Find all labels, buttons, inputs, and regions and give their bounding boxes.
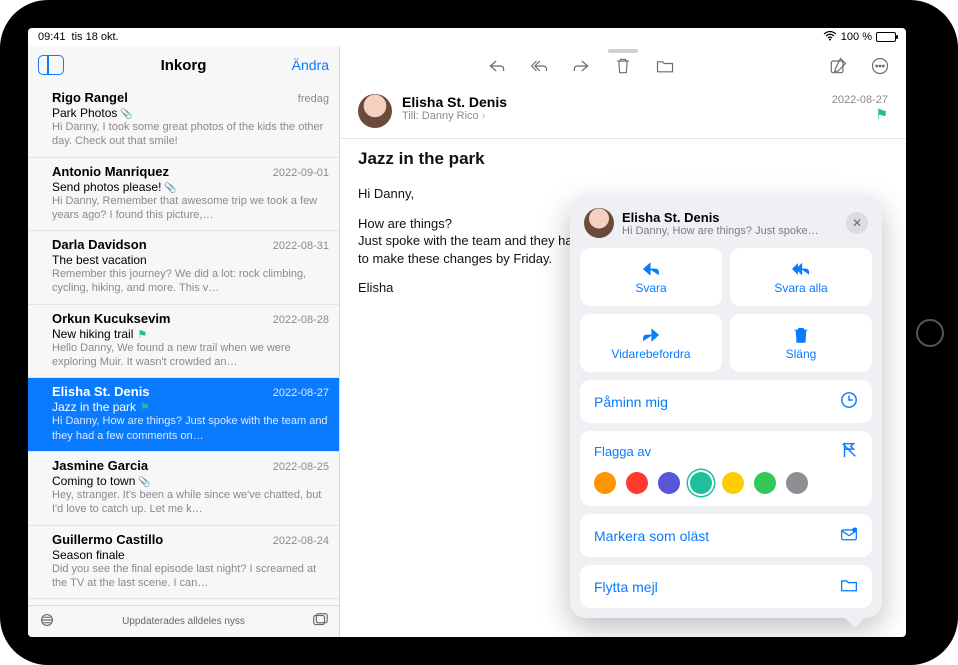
- flag-color-5[interactable]: [754, 472, 776, 494]
- folder-icon: [840, 576, 858, 597]
- msg-sender: Guillermo Castillo: [52, 532, 163, 547]
- mailboxes-icon[interactable]: [311, 612, 329, 631]
- mark-unread-button[interactable]: Markera som oläst: [580, 514, 872, 557]
- flag-mini-icon: ⚑: [140, 402, 150, 414]
- popover-preview: Hi Danny, How are things? Just spoke…: [622, 225, 838, 237]
- flag-color-1[interactable]: [626, 472, 648, 494]
- flag-color-0[interactable]: [594, 472, 616, 494]
- msg-preview: Hi Danny, I took some great photos of th…: [52, 120, 329, 149]
- remind-button[interactable]: Påminn mig: [580, 380, 872, 423]
- battery-icon: [876, 32, 896, 42]
- msg-preview: Did you see the final episode last night…: [52, 562, 329, 591]
- message-item[interactable]: Darla Davidson 2022-08-31The best vacatio…: [28, 231, 339, 305]
- msg-date: 2022-08-27: [273, 387, 329, 399]
- wifi-icon: [823, 31, 837, 44]
- msg-subject: Coming to town📎: [52, 474, 329, 488]
- status-bar: 09:41 tis 18 okt. 100 %: [28, 28, 906, 46]
- reply-button[interactable]: Svara: [580, 248, 722, 306]
- popover-from: Elisha St. Denis: [622, 210, 838, 225]
- msg-subject: The best vacation: [52, 253, 329, 267]
- message-item[interactable]: Guillermo Castillo 2022-08-24Season final…: [28, 526, 339, 600]
- msg-date: 2022-08-24: [273, 535, 329, 547]
- mail-from[interactable]: Elisha St. Denis: [402, 94, 822, 110]
- sender-avatar[interactable]: [358, 94, 392, 128]
- mail-date: 2022-08-27: [832, 94, 888, 106]
- msg-subject: Park Photos📎: [52, 106, 329, 120]
- mailbox-title: Inkorg: [28, 57, 339, 74]
- message-item[interactable]: Jasmine Garcia 2022-08-25Coming to town📎H…: [28, 452, 339, 526]
- msg-sender: Darla Davidson: [52, 237, 147, 252]
- msg-sender: Jasmine Garcia: [52, 458, 148, 473]
- msg-preview: Hi Danny, How are things? Just spoke wit…: [52, 414, 329, 443]
- move-button[interactable]: Flytta mejl: [580, 565, 872, 608]
- close-icon[interactable]: ✕: [846, 212, 868, 234]
- flag-color-4[interactable]: [722, 472, 744, 494]
- mail-subject: Jazz in the park: [358, 149, 888, 169]
- grab-handle[interactable]: [608, 49, 638, 53]
- attachment-icon: 📎: [138, 477, 150, 488]
- msg-preview: Hi Danny, Remember that awesome trip we …: [52, 194, 329, 223]
- flag-color-6[interactable]: [786, 472, 808, 494]
- msg-preview: Hey, stranger. It's been a while since w…: [52, 488, 329, 517]
- battery-percent: 100 %: [841, 31, 872, 43]
- more-icon[interactable]: [870, 56, 890, 76]
- home-button[interactable]: [916, 319, 944, 347]
- flag-mini-icon: ⚑: [137, 329, 147, 341]
- msg-date: 2022-08-28: [273, 314, 329, 326]
- trash-button[interactable]: Släng: [730, 314, 872, 372]
- mailbox-sidebar: Inkorg Ändra Rigo RangelfredagPark Photo…: [28, 46, 340, 637]
- message-item[interactable]: Antonio Manriquez 2022-09-01Send photos p…: [28, 158, 339, 232]
- msg-subject: New hiking trail⚑: [52, 327, 329, 341]
- reply-all-button[interactable]: Svara alla: [730, 248, 872, 306]
- mail-to[interactable]: Till: Danny Rico ›: [402, 110, 822, 122]
- flag-color-3[interactable]: [690, 472, 712, 494]
- actions-popover: Elisha St. Denis Hi Danny, How are thing…: [570, 196, 882, 618]
- status-date: tis 18 okt.: [72, 31, 119, 43]
- msg-preview: Hello Danny, We found a new trail when w…: [52, 341, 329, 370]
- msg-sender: Antonio Manriquez: [52, 164, 169, 179]
- reply-icon[interactable]: [487, 56, 507, 76]
- msg-date: 2022-08-25: [273, 461, 329, 473]
- message-item[interactable]: Elisha St. Denis 2022-08-27Jazz in the pa…: [28, 378, 339, 452]
- move-icon[interactable]: [655, 56, 675, 76]
- forward-icon[interactable]: [571, 56, 591, 76]
- msg-date: fredag: [298, 93, 329, 105]
- unflag-button[interactable]: Flagga av: [594, 441, 858, 462]
- popover-avatar: [584, 208, 614, 238]
- message-pane: Elisha St. Denis Till: Danny Rico › 2022…: [340, 46, 906, 637]
- forward-button[interactable]: Vidarebefordra: [580, 314, 722, 372]
- msg-date: 2022-08-31: [273, 240, 329, 252]
- message-list: Rigo Rangel fredagPark Photos📎Hi Danny, I…: [28, 84, 339, 605]
- message-item[interactable]: Orkun Kucuksevim 2022-08-28New hiking tra…: [28, 305, 339, 379]
- compose-icon[interactable]: [828, 56, 848, 76]
- msg-subject: Send photos please!📎: [52, 180, 329, 194]
- unread-icon: [840, 525, 858, 546]
- flag-off-icon: [840, 441, 858, 462]
- trash-icon[interactable]: [613, 56, 633, 76]
- attachment-icon: 📎: [120, 109, 132, 120]
- flag-colors: [594, 472, 858, 494]
- reply-all-icon[interactable]: [529, 56, 549, 76]
- msg-subject: Jazz in the park⚑: [52, 400, 329, 414]
- msg-sender: Elisha St. Denis: [52, 384, 150, 399]
- msg-sender: Orkun Kucuksevim: [52, 311, 171, 326]
- flag-section: Flagga av: [580, 431, 872, 506]
- status-time: 09:41: [38, 31, 66, 43]
- message-item[interactable]: Rigo Rangel fredagPark Photos📎Hi Danny, I…: [28, 84, 339, 158]
- filter-icon[interactable]: [38, 612, 56, 631]
- flag-icon: ⚑: [832, 106, 888, 123]
- msg-subject: Season finale: [52, 548, 329, 562]
- flag-color-2[interactable]: [658, 472, 680, 494]
- attachment-icon: 📎: [164, 183, 176, 194]
- msg-sender: Rigo Rangel: [52, 90, 128, 105]
- clock-icon: [840, 391, 858, 412]
- msg-date: 2022-09-01: [273, 167, 329, 179]
- msg-preview: Remember this journey? We did a lot: roc…: [52, 267, 329, 296]
- sync-status: Uppdaterades alldeles nyss: [56, 616, 311, 627]
